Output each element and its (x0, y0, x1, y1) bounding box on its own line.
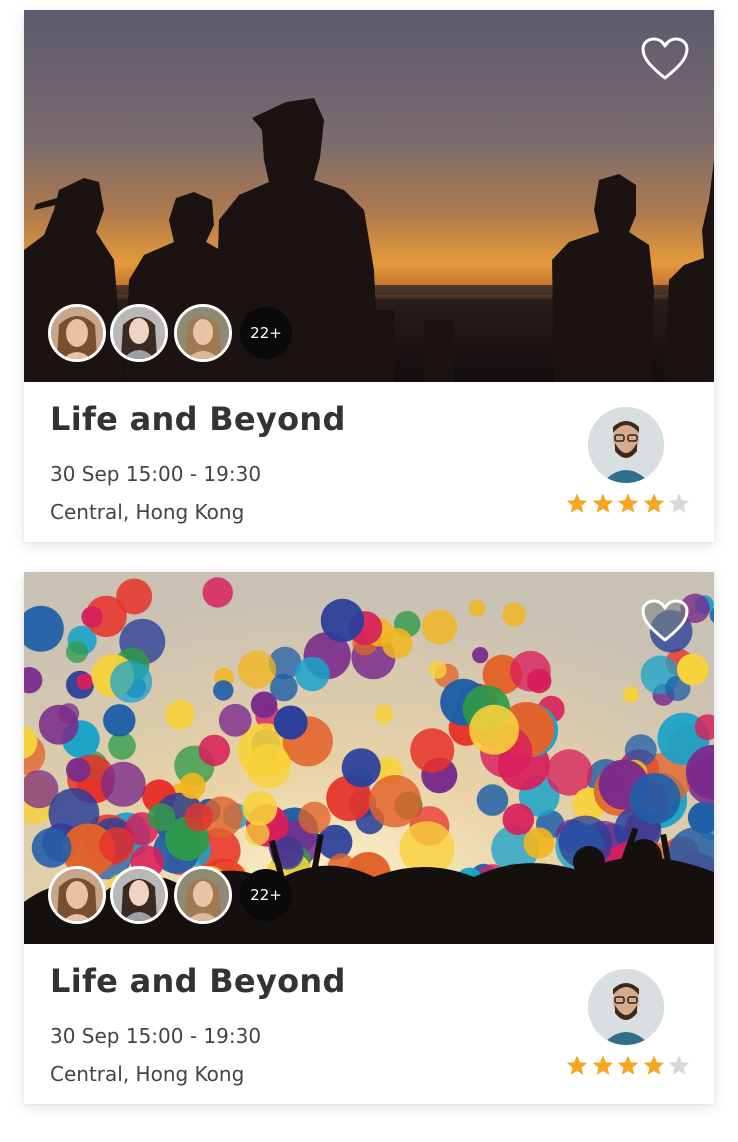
event-info: Life and Beyond 30 Sep 15:00 - 19:30 Cen… (24, 944, 714, 1104)
attendee-photo (177, 307, 229, 359)
rating-stars (565, 492, 690, 516)
event-date: 30 Sep 15:00 - 19:30 (50, 1024, 262, 1048)
star-filled-icon (565, 492, 589, 516)
star-empty-icon (667, 1054, 691, 1078)
attendee-photo (113, 869, 165, 921)
event-date: 30 Sep 15:00 - 19:30 (50, 462, 262, 486)
star-filled-icon (565, 1054, 589, 1078)
host-avatar[interactable] (588, 969, 664, 1045)
host-photo (588, 969, 664, 1045)
attendee-photo (177, 869, 229, 921)
avatar[interactable] (48, 866, 106, 924)
avatar[interactable] (48, 304, 106, 362)
more-attendees-badge[interactable]: 22+ (240, 869, 292, 921)
rating-stars (565, 1054, 690, 1078)
event-location: Central, Hong Kong (50, 500, 245, 524)
event-location: Central, Hong Kong (50, 1062, 245, 1086)
favorite-button[interactable] (640, 36, 690, 82)
event-image[interactable]: 22+ (24, 572, 714, 944)
attendee-photo (51, 869, 103, 921)
host-avatar[interactable] (588, 407, 664, 483)
star-filled-icon (642, 492, 666, 516)
more-attendees-count: 22+ (250, 886, 282, 904)
star-filled-icon (616, 492, 640, 516)
avatar[interactable] (110, 866, 168, 924)
attendee-photo (51, 307, 103, 359)
more-attendees-count: 22+ (250, 324, 282, 342)
attendee-photo (113, 307, 165, 359)
star-empty-icon (667, 492, 691, 516)
favorite-button[interactable] (640, 598, 690, 644)
heart-outline-icon (641, 599, 689, 642)
event-image[interactable]: 22+ (24, 10, 714, 382)
avatar[interactable] (174, 866, 232, 924)
avatar[interactable] (110, 304, 168, 362)
event-card[interactable]: 22+ Life and Beyond 30 Sep 15:00 - 19:30… (24, 572, 714, 1104)
star-filled-icon (616, 1054, 640, 1078)
avatar[interactable] (174, 304, 232, 362)
star-filled-icon (642, 1054, 666, 1078)
star-filled-icon (591, 1054, 615, 1078)
more-attendees-badge[interactable]: 22+ (240, 307, 292, 359)
event-card[interactable]: 22+ Life and Beyond 30 Sep 15:00 - 19:30… (24, 10, 714, 542)
event-title[interactable]: Life and Beyond (50, 400, 346, 438)
heart-outline-icon (641, 37, 689, 80)
event-info: Life and Beyond 30 Sep 15:00 - 19:30 Cen… (24, 382, 714, 542)
star-filled-icon (591, 492, 615, 516)
event-title[interactable]: Life and Beyond (50, 962, 346, 1000)
host-photo (588, 407, 664, 483)
